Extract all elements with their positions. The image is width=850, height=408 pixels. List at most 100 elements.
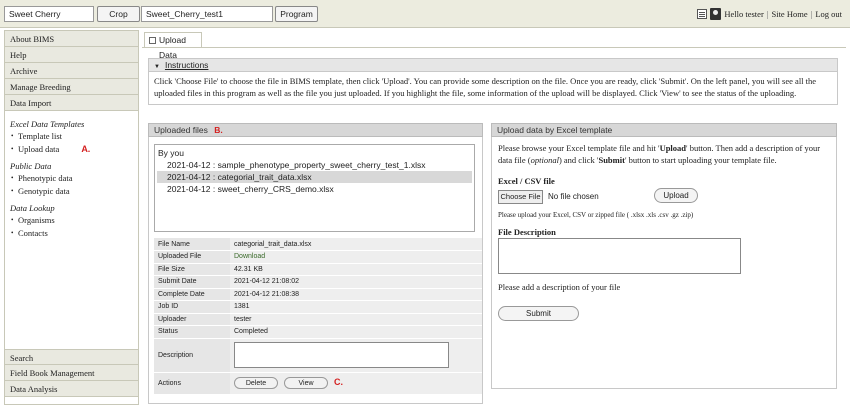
intro-optional-word: optional bbox=[530, 155, 559, 165]
section-public-data: Public Data bbox=[10, 161, 52, 171]
sidebar-item-data-analysis[interactable]: Data Analysis bbox=[5, 381, 138, 397]
choose-file-button[interactable]: Choose File bbox=[498, 190, 543, 204]
file-type-hint: Please upload your Excel, CSV or zipped … bbox=[498, 211, 694, 219]
site-home-link[interactable]: Site Home bbox=[771, 9, 807, 19]
sidebar-item-search[interactable]: Search bbox=[5, 349, 138, 365]
sidebar: About BIMS Help Archive Manage Breeding … bbox=[4, 30, 139, 405]
detail-key: Description bbox=[154, 338, 230, 373]
instructions-line-2: uploaded files in this program as well a… bbox=[154, 88, 797, 98]
section-excel-templates: Excel Data Templates bbox=[10, 119, 85, 129]
instructions-body: Click 'Choose File' to choose the file i… bbox=[148, 72, 838, 105]
detail-row: Complete Date 2021-04-12 21:08:38 bbox=[154, 288, 482, 301]
view-button[interactable]: View bbox=[284, 377, 328, 389]
intro-submit-word: Submit bbox=[598, 155, 625, 165]
sidebar-item-manage-breeding[interactable]: Manage Breeding bbox=[5, 79, 138, 95]
detail-key: Uploaded File bbox=[154, 250, 230, 264]
tab-upload-data[interactable]: Upload Data bbox=[144, 32, 202, 60]
instructions-title[interactable]: Instructions bbox=[165, 60, 208, 70]
sidebar-item-archive[interactable]: Archive bbox=[5, 63, 138, 79]
detail-key: Status bbox=[154, 325, 230, 339]
detail-row: Status Completed bbox=[154, 325, 482, 339]
link-upload-data-label[interactable]: Upload data bbox=[18, 144, 59, 154]
intro-text: ) and click ' bbox=[558, 155, 599, 165]
greeting-text: Hello tester bbox=[724, 9, 764, 19]
detail-key: Actions bbox=[154, 372, 230, 395]
collapse-arrow-icon[interactable]: ▼ bbox=[154, 64, 160, 70]
link-phenotypic[interactable]: Phenotypic data bbox=[10, 172, 133, 185]
link-contacts-label[interactable]: Contacts bbox=[18, 228, 48, 238]
logout-link[interactable]: Log out bbox=[815, 9, 842, 19]
calendar-icon[interactable] bbox=[697, 9, 708, 19]
upload-excel-panel: Please browse your Excel template file a… bbox=[491, 137, 837, 389]
annotation-marker-c: C. bbox=[334, 377, 343, 387]
link-template-list[interactable]: Template list bbox=[10, 130, 133, 143]
detail-row: Uploader tester bbox=[154, 313, 482, 326]
uploaded-files-header: Uploaded files B. bbox=[148, 123, 483, 137]
intro-upload-word: Upload bbox=[659, 143, 687, 153]
actions-cell: Delete View C. bbox=[230, 372, 482, 395]
csv-file-label: Excel / CSV file bbox=[498, 176, 555, 186]
detail-value: tester bbox=[230, 313, 482, 326]
file-description-textarea[interactable] bbox=[498, 238, 741, 274]
intro-text: Please browse your Excel template file a… bbox=[498, 143, 660, 153]
link-organisms-label[interactable]: Organisms bbox=[18, 215, 55, 225]
separator: | bbox=[766, 9, 769, 19]
file-item-selected[interactable]: 2021-04-12 : categorial_trait_data.xlsx bbox=[157, 171, 472, 183]
detail-key: Uploader bbox=[154, 313, 230, 326]
description-textarea[interactable] bbox=[234, 342, 449, 368]
upload-excel-header: Upload data by Excel template bbox=[491, 123, 837, 137]
detail-row: Description bbox=[154, 338, 482, 373]
file-description-label: File Description bbox=[498, 227, 556, 237]
user-area: Hello tester | Site Home | Log out bbox=[697, 8, 842, 20]
upload-intro: Please browse your Excel template file a… bbox=[498, 142, 830, 166]
detail-key: Complete Date bbox=[154, 288, 230, 301]
link-organisms[interactable]: Organisms bbox=[10, 214, 133, 227]
detail-key: Job ID bbox=[154, 300, 230, 314]
detail-key: File Name bbox=[154, 238, 230, 251]
organism-field[interactable]: Sweet Cherry bbox=[4, 6, 94, 22]
uploaded-files-title: Uploaded files bbox=[154, 125, 208, 135]
detail-value: 2021-04-12 21:08:38 bbox=[230, 288, 482, 301]
instructions-line-1: Click 'Choose File' to choose the file i… bbox=[154, 76, 817, 86]
detail-row: Job ID 1381 bbox=[154, 300, 482, 314]
detail-value: 2021-04-12 21:08:02 bbox=[230, 275, 482, 289]
program-button[interactable]: Program bbox=[275, 6, 318, 22]
sidebar-item-data-import[interactable]: Data Import bbox=[5, 95, 138, 111]
upload-button[interactable]: Upload bbox=[654, 188, 698, 203]
section-data-lookup: Data Lookup bbox=[10, 203, 55, 213]
program-field[interactable]: Sweet_Cherry_test1 bbox=[141, 6, 273, 22]
download-link[interactable]: Download bbox=[230, 250, 482, 264]
submit-button[interactable]: Submit bbox=[498, 306, 579, 321]
files-by-you-label: By you bbox=[158, 148, 184, 158]
file-item[interactable]: 2021-04-12 : sample_phenotype_property_s… bbox=[157, 159, 472, 171]
detail-key: Submit Date bbox=[154, 275, 230, 289]
link-phenotypic-label[interactable]: Phenotypic data bbox=[18, 173, 73, 183]
detail-row: Submit Date 2021-04-12 21:08:02 bbox=[154, 275, 482, 289]
detail-row: Uploaded File Download bbox=[154, 250, 482, 264]
detail-row: File Size 42.31 KB bbox=[154, 263, 482, 276]
sidebar-item-help[interactable]: Help bbox=[5, 47, 138, 63]
crop-button[interactable]: Crop bbox=[97, 6, 140, 22]
intro-text: ' button to start uploading your templat… bbox=[624, 155, 777, 165]
description-cell bbox=[230, 338, 482, 373]
top-bar: Sweet Cherry Crop Sweet_Cherry_test1 Pro… bbox=[0, 0, 850, 28]
detail-row: File Name categorial_trait_data.xlsx bbox=[154, 238, 482, 251]
detail-row: Actions Delete View C. bbox=[154, 372, 482, 395]
link-genotypic[interactable]: Genotypic data bbox=[10, 185, 133, 198]
sidebar-item-field-book[interactable]: Field Book Management bbox=[5, 365, 138, 381]
sidebar-item-about[interactable]: About BIMS bbox=[5, 31, 138, 47]
link-upload-data[interactable]: Upload data A. bbox=[10, 143, 133, 156]
no-file-chosen-text: No file chosen bbox=[548, 192, 599, 201]
link-genotypic-label[interactable]: Genotypic data bbox=[18, 186, 70, 196]
delete-button[interactable]: Delete bbox=[234, 377, 278, 389]
instructions-header[interactable]: ▼ Instructions bbox=[148, 58, 838, 72]
separator: | bbox=[810, 9, 813, 19]
detail-value: 42.31 KB bbox=[230, 263, 482, 276]
intro-text: file ( bbox=[514, 155, 531, 165]
detail-value: categorial_trait_data.xlsx bbox=[230, 238, 482, 251]
file-item[interactable]: 2021-04-12 : sweet_cherry_CRS_demo.xlsx bbox=[157, 183, 472, 195]
link-contacts[interactable]: Contacts bbox=[10, 227, 133, 240]
uploaded-files-list[interactable]: By you 2021-04-12 : sample_phenotype_pro… bbox=[154, 144, 475, 232]
user-avatar-icon bbox=[710, 8, 722, 20]
link-template-list-label[interactable]: Template list bbox=[18, 131, 62, 141]
